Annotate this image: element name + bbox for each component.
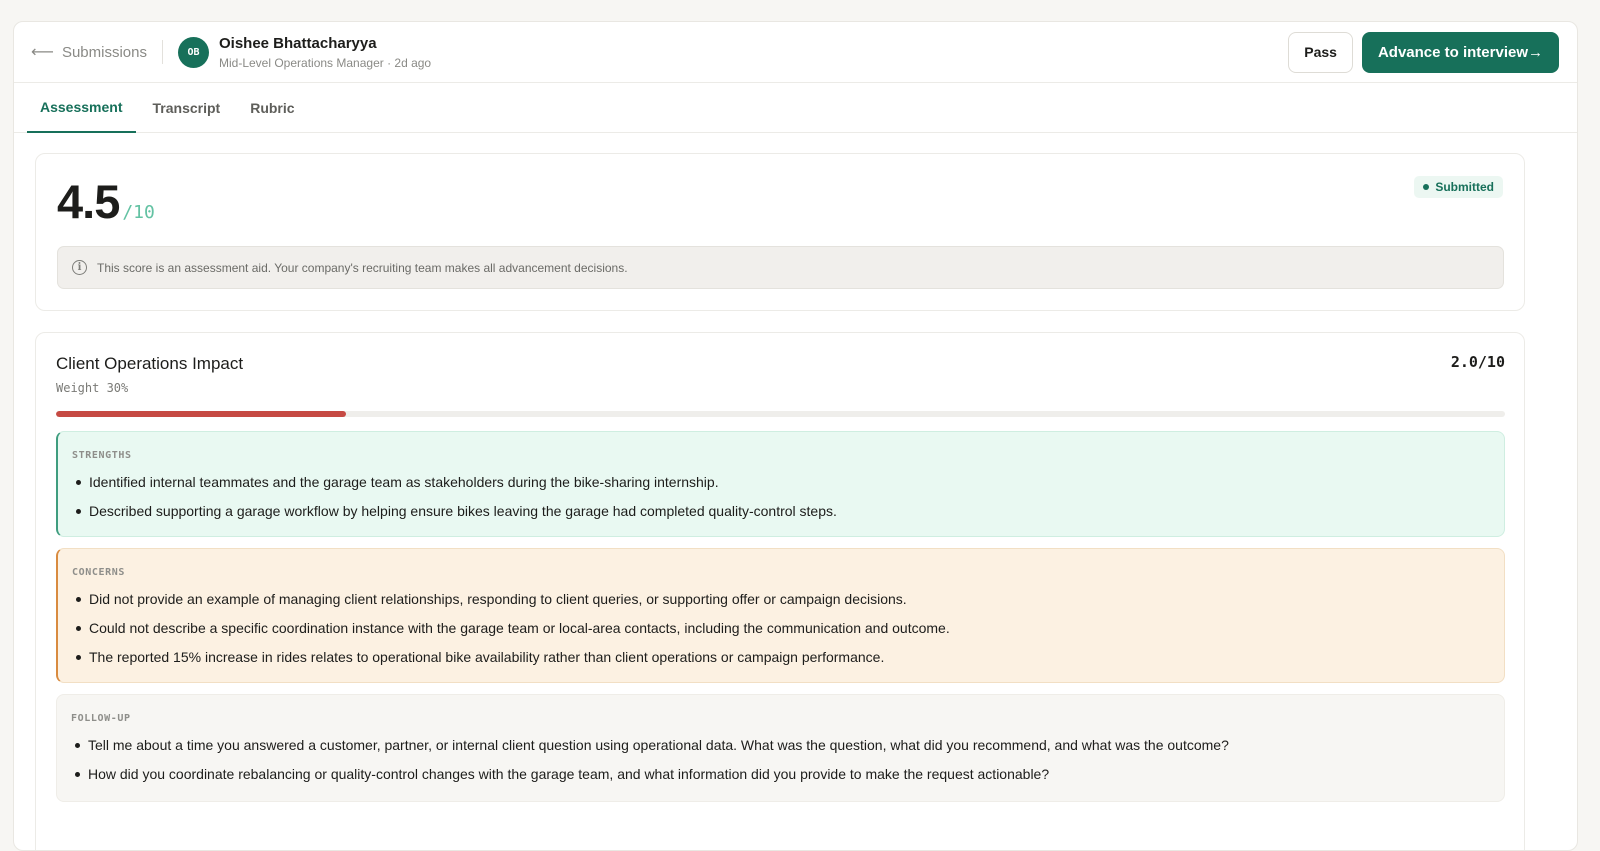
list-item: How did you coordinate rebalancing or qu…: [71, 765, 1504, 783]
concerns-section: CONCERNS Did not provide an example of m…: [56, 548, 1505, 683]
tab-bar: Assessment Transcript Rubric: [14, 83, 1577, 133]
followup-section: FOLLOW-UP Tell me about a time you answe…: [56, 694, 1505, 802]
dot-icon: [1423, 184, 1430, 190]
candidate-meta: Mid-Level Operations Manager · 2d ago: [218, 55, 432, 70]
overall-score-card: 4.5 /10 Submitted i This score is an ass…: [35, 153, 1525, 311]
list-item: Did not provide an example of managing c…: [72, 590, 1504, 608]
advance-to-interview-button[interactable]: Advance to interview→: [1361, 31, 1559, 73]
tab-transcript[interactable]: Transcript: [140, 83, 234, 133]
info-icon: i: [72, 260, 87, 275]
arrow-left-icon: ⟵: [31, 44, 54, 61]
submission-header: ⟵ Submissions OB Oishee Bhattacharyya Mi…: [14, 22, 1577, 83]
assessment-notice: i This score is an assessment aid. Your …: [57, 246, 1504, 289]
criterion-weight: Weight 30%: [56, 381, 129, 395]
criterion-card: Client Operations Impact Weight 30% 2.0/…: [35, 332, 1525, 850]
list-item: Described supporting a garage workflow b…: [72, 502, 1504, 520]
list-item: Tell me about a time you answered a cust…: [71, 736, 1504, 754]
concerns-label: CONCERNS: [72, 567, 125, 578]
candidate-name: Oishee Bhattacharyya: [218, 34, 377, 52]
score-value: 4.5: [57, 175, 120, 228]
candidate-info: Oishee Bhattacharyya Mid-Level Operation…: [219, 35, 431, 70]
tab-assessment[interactable]: Assessment: [27, 83, 136, 133]
list-item: The reported 15% increase in rides relat…: [72, 648, 1504, 666]
concerns-list: Did not provide an example of managing c…: [72, 590, 1504, 666]
pass-button[interactable]: Pass: [1288, 31, 1353, 73]
avatar: OB: [177, 36, 209, 68]
followup-list: Tell me about a time you answered a cust…: [71, 736, 1504, 783]
strengths-label: STRENGTHS: [72, 450, 132, 461]
back-label: Submissions: [61, 43, 147, 61]
list-item: Could not describe a specific coordinati…: [72, 619, 1504, 637]
status-text: Submitted: [1435, 180, 1494, 194]
back-to-submissions[interactable]: ⟵ Submissions: [31, 40, 163, 64]
criterion-title: Client Operations Impact: [56, 354, 244, 373]
tab-rubric[interactable]: Rubric: [237, 83, 307, 133]
list-item: Identified internal teammates and the ga…: [72, 473, 1504, 491]
criterion-score: 2.0/10: [1450, 353, 1505, 371]
strengths-section: STRENGTHS Identified internal teammates …: [56, 431, 1505, 537]
criterion-score-bar: [56, 411, 1505, 417]
score-out-of: /10: [122, 202, 155, 223]
status-badge: Submitted: [1414, 176, 1503, 198]
criterion-score-fill: [56, 411, 346, 417]
strengths-list: Identified internal teammates and the ga…: [72, 473, 1504, 520]
submission-panel: ⟵ Submissions OB Oishee Bhattacharyya Mi…: [13, 21, 1578, 851]
notice-text: This score is an assessment aid. Your co…: [97, 260, 628, 275]
overall-score: 4.5 /10: [57, 174, 155, 229]
followup-label: FOLLOW-UP: [71, 713, 131, 724]
